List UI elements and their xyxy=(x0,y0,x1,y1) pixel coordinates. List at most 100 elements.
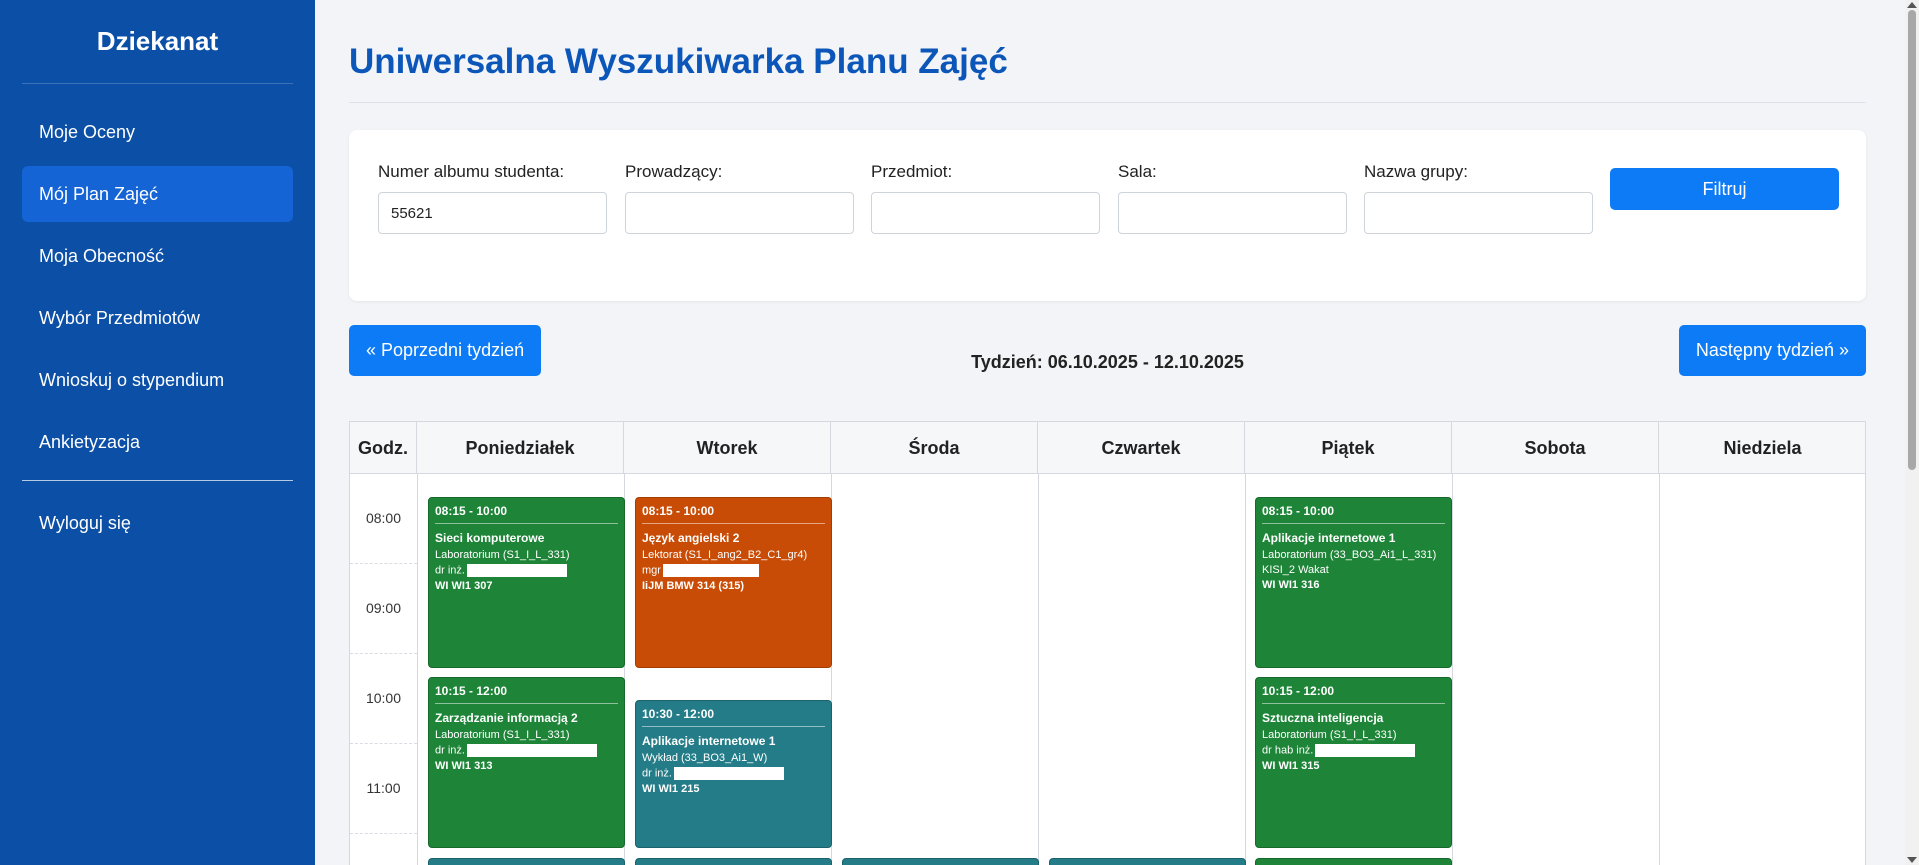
event-type: Laboratorium (33_BO3_Ai1_L_331) xyxy=(1262,549,1437,561)
event-room: WI WI1 315 xyxy=(1262,760,1320,772)
teacher-input[interactable] xyxy=(625,192,854,234)
redaction-box xyxy=(673,767,784,780)
title-divider xyxy=(349,102,1866,103)
event-time: 10:30 - 12:00 xyxy=(642,707,825,727)
hour-divider xyxy=(350,653,417,654)
sidebar-item-moj-plan-zajec[interactable]: Mój Plan Zajęć xyxy=(22,166,293,222)
event-teacher-line: dr inż. xyxy=(435,564,618,577)
schedule-grid: Godz. Poniedziałek Wtorek Środa Czwartek… xyxy=(349,421,1866,865)
brand-title: Dziekanat xyxy=(22,0,293,84)
event-teacher-line: dr inż. xyxy=(435,744,618,757)
event-card[interactable]: 08:15 - 10:00 Aplikacje internetowe 1 La… xyxy=(1255,497,1452,668)
album-field: Numer albumu studenta: xyxy=(378,162,607,234)
sidebar-item-stypendium[interactable]: Wnioskuj o stypendium xyxy=(22,352,293,408)
event-time: 10:15 - 12:00 xyxy=(435,684,618,704)
redaction-box xyxy=(662,564,759,577)
event-title: Zarządzanie informacją 2 xyxy=(435,711,578,725)
column-divider xyxy=(1452,474,1453,865)
main-content: Uniwersalna Wyszukiwarka Planu Zajęć Num… xyxy=(315,0,1905,865)
redaction-box xyxy=(466,744,597,757)
event-time: 08:15 - 10:00 xyxy=(435,504,618,524)
sidebar: Dziekanat Moje Oceny Mój Plan Zajęć Moja… xyxy=(0,0,315,865)
day-header-sat: Sobota xyxy=(1452,422,1659,474)
album-input[interactable] xyxy=(378,192,607,234)
hour-label: 08:00 xyxy=(365,510,402,526)
teacher-label: Prowadzący: xyxy=(625,162,723,181)
event-card[interactable]: 10:15 - 12:00 Zarządzanie informacją 2 L… xyxy=(428,677,625,848)
event-type: Lektorat (S1_I_ang2_B2_C1_gr4) xyxy=(642,549,808,561)
event-teacher: dr inż. xyxy=(435,564,465,577)
hour-divider xyxy=(350,563,417,564)
event-teacher-line: dr hab inż. xyxy=(1262,744,1445,757)
event-room: IiJM BMW 314 (315) xyxy=(642,580,745,592)
day-header-mon: Poniedziałek xyxy=(417,422,624,474)
page-scrollbar[interactable] xyxy=(1905,0,1919,865)
sidebar-item-moje-oceny[interactable]: Moje Oceny xyxy=(22,104,293,160)
scroll-down-icon[interactable] xyxy=(1907,857,1917,863)
event-time: 08:15 - 10:00 xyxy=(642,504,825,524)
subject-input[interactable] xyxy=(871,192,1100,234)
room-label: Sala: xyxy=(1118,162,1157,181)
day-header-sun: Niedziela xyxy=(1723,438,1802,458)
event-card[interactable]: 08:15 - 10:00 Język angielski 2 Lektorat… xyxy=(635,497,832,668)
sidebar-item-wybor-przedmiotow[interactable]: Wybór Przedmiotów xyxy=(22,290,293,346)
hour-label: 10:00 xyxy=(365,690,402,706)
event-room: WI WI1 316 xyxy=(1262,579,1320,591)
event-title: Język angielski 2 xyxy=(642,531,740,545)
event-room: WI WI1 215 xyxy=(642,783,700,795)
event-card[interactable]: 08:15 - 10:00 Sieci komputerowe Laborato… xyxy=(428,497,625,668)
event-teacher: dr inż. xyxy=(435,744,465,757)
event-card-partial[interactable] xyxy=(428,858,625,865)
event-teacher: mgr xyxy=(642,564,661,577)
event-title: Aplikacje internetowe 1 xyxy=(1262,531,1396,545)
event-card[interactable]: 10:30 - 12:00 Aplikacje internetowe 1 Wy… xyxy=(635,700,832,848)
group-input[interactable] xyxy=(1364,192,1593,234)
day-header-tue: Wtorek xyxy=(624,422,831,474)
hour-label: 09:00 xyxy=(365,600,402,616)
sidebar-nav: Moje Oceny Mój Plan Zajęć Moja Obecność … xyxy=(0,84,315,551)
column-divider xyxy=(1659,474,1660,865)
day-header-thu: Czwartek xyxy=(1038,422,1245,474)
day-header-fri: Piątek xyxy=(1245,422,1452,474)
sidebar-item-moja-obecnosc[interactable]: Moja Obecność xyxy=(22,228,293,284)
scroll-up-icon[interactable] xyxy=(1907,2,1917,8)
next-week-button[interactable]: Następny tydzień » xyxy=(1678,325,1866,376)
room-input[interactable] xyxy=(1118,192,1347,234)
subject-field: Przedmiot: xyxy=(871,162,1100,234)
teacher-field: Prowadzący: xyxy=(625,162,854,234)
event-teacher-line: dr inż. xyxy=(642,767,825,780)
hour-label: 11:00 xyxy=(366,780,401,796)
schedule-header: Godz. Poniedziałek Wtorek Środa Czwartek… xyxy=(350,422,1865,474)
event-title: Sztuczna inteligencja xyxy=(1262,711,1384,725)
filter-panel: Numer albumu studenta: Prowadzący: Przed… xyxy=(349,130,1866,301)
event-time: 08:15 - 10:00 xyxy=(1262,504,1445,524)
column-divider xyxy=(1245,474,1246,865)
redaction-box xyxy=(1315,744,1416,757)
column-divider xyxy=(1038,474,1039,865)
subject-label: Przedmiot: xyxy=(871,162,953,181)
event-teacher: KISI_2 Wakat xyxy=(1262,564,1329,576)
scrollbar-thumb[interactable] xyxy=(1908,10,1916,470)
day-header-wed: Środa xyxy=(831,422,1038,474)
event-room: WI WI1 313 xyxy=(435,760,493,772)
filter-button[interactable]: Filtruj xyxy=(1610,168,1839,210)
week-navigation: « Poprzedni tydzień Tydzień: 06.10.2025 … xyxy=(349,325,1866,377)
event-card-partial[interactable] xyxy=(635,858,832,865)
event-card-partial[interactable] xyxy=(1049,858,1246,865)
event-card-partial[interactable] xyxy=(1255,858,1452,865)
event-type: Laboratorium (S1_I_L_331) xyxy=(435,729,570,741)
event-teacher-line: mgr xyxy=(642,564,825,577)
event-teacher: dr inż. xyxy=(642,767,672,780)
sidebar-item-ankietyzacja[interactable]: Ankietyzacja xyxy=(22,414,293,470)
event-room: WI WI1 307 xyxy=(435,580,493,592)
event-type: Wykład (33_BO3_Ai1_W) xyxy=(642,752,768,764)
event-card-partial[interactable] xyxy=(842,858,1039,865)
hour-column-header: Godz. xyxy=(350,422,417,474)
event-card[interactable]: 10:15 - 12:00 Sztuczna inteligencja Labo… xyxy=(1255,677,1452,848)
column-divider xyxy=(417,474,418,865)
redaction-box xyxy=(466,564,567,577)
room-field: Sala: xyxy=(1118,162,1347,234)
logout-link[interactable]: Wyloguj się xyxy=(22,495,293,551)
group-label: Nazwa grupy: xyxy=(1364,162,1468,181)
week-range-label: Tydzień: 06.10.2025 - 12.10.2025 xyxy=(971,352,1244,372)
